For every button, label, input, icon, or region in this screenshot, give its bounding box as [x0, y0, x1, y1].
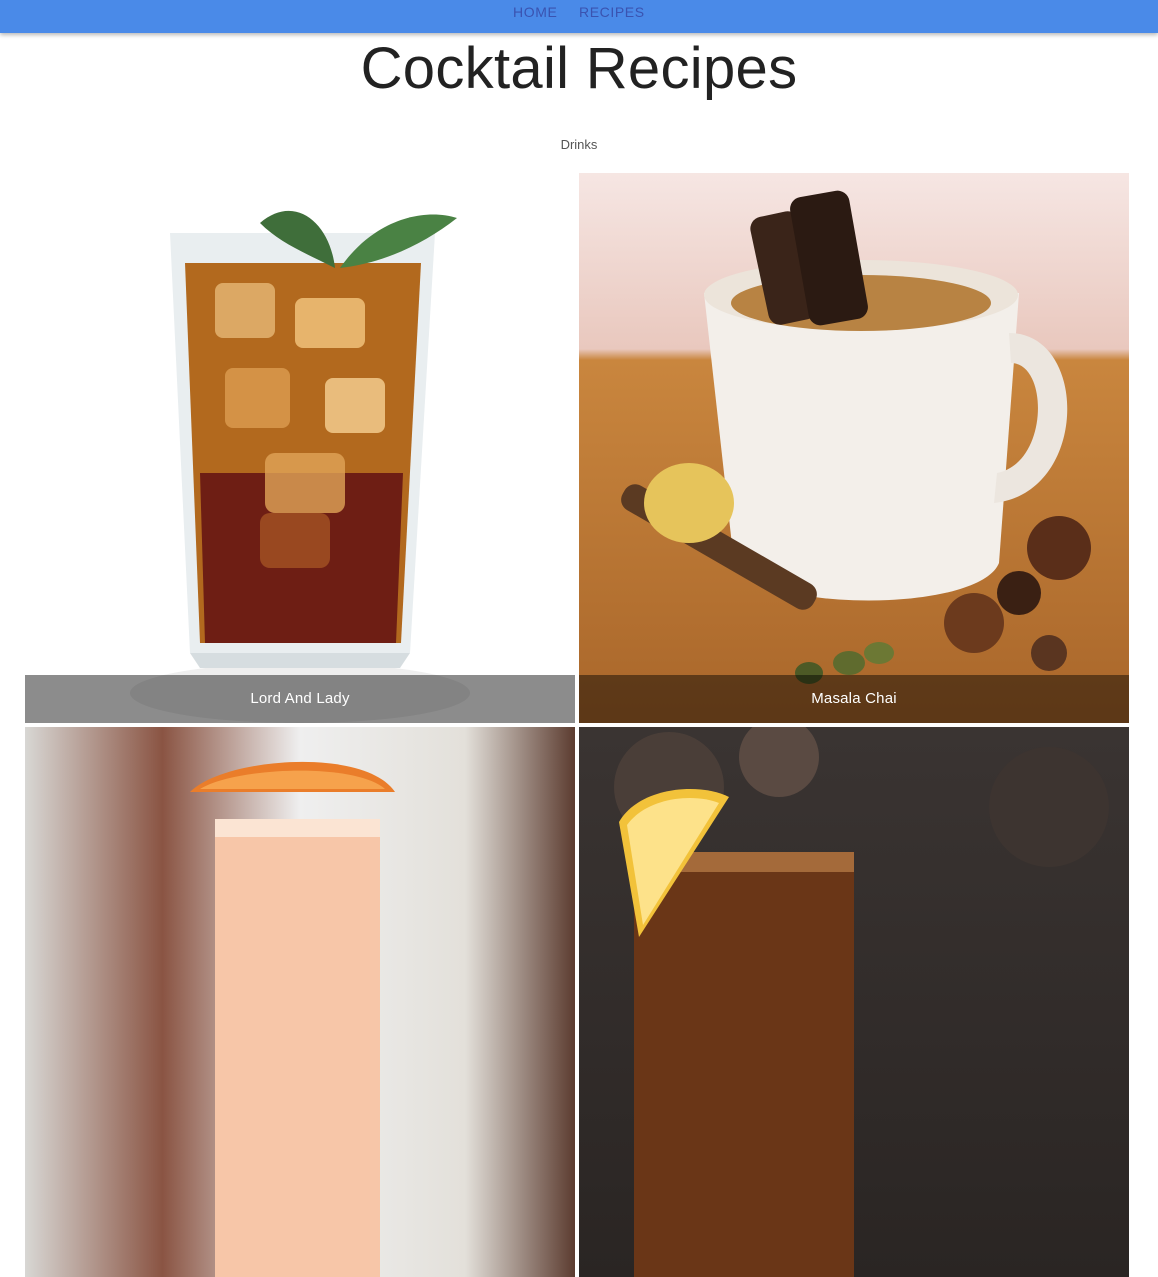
page-title: Cocktail Recipes: [360, 36, 798, 101]
nav-home-link[interactable]: HOME: [513, 4, 557, 22]
recipe-tile-whiskey-lemon[interactable]: [579, 727, 1129, 1277]
iced-drink-glass-icon: [25, 173, 575, 723]
recipe-tile-lord-and-lady[interactable]: Lord And Lady: [25, 173, 575, 723]
whiskey-lemon-icon: [579, 727, 1129, 1277]
top-app-bar: HOME RECIPES: [0, 0, 1158, 33]
tile-title-bar: Lord And Lady: [25, 675, 575, 723]
nav-recipes-link[interactable]: RECIPES: [579, 4, 645, 22]
orange-cocktail-icon: [25, 727, 575, 1277]
tile-title: Lord And Lady: [250, 690, 350, 707]
grid-subheader: Drinks: [560, 137, 598, 152]
tile-title-bar: Masala Chai: [579, 675, 1129, 723]
recipe-tile-masala-chai[interactable]: Masala Chai: [579, 173, 1129, 723]
tile-title: Masala Chai: [811, 690, 897, 707]
recipe-tile-orange-cocktail[interactable]: [25, 727, 575, 1277]
tea-mug-icon: [579, 173, 1129, 723]
